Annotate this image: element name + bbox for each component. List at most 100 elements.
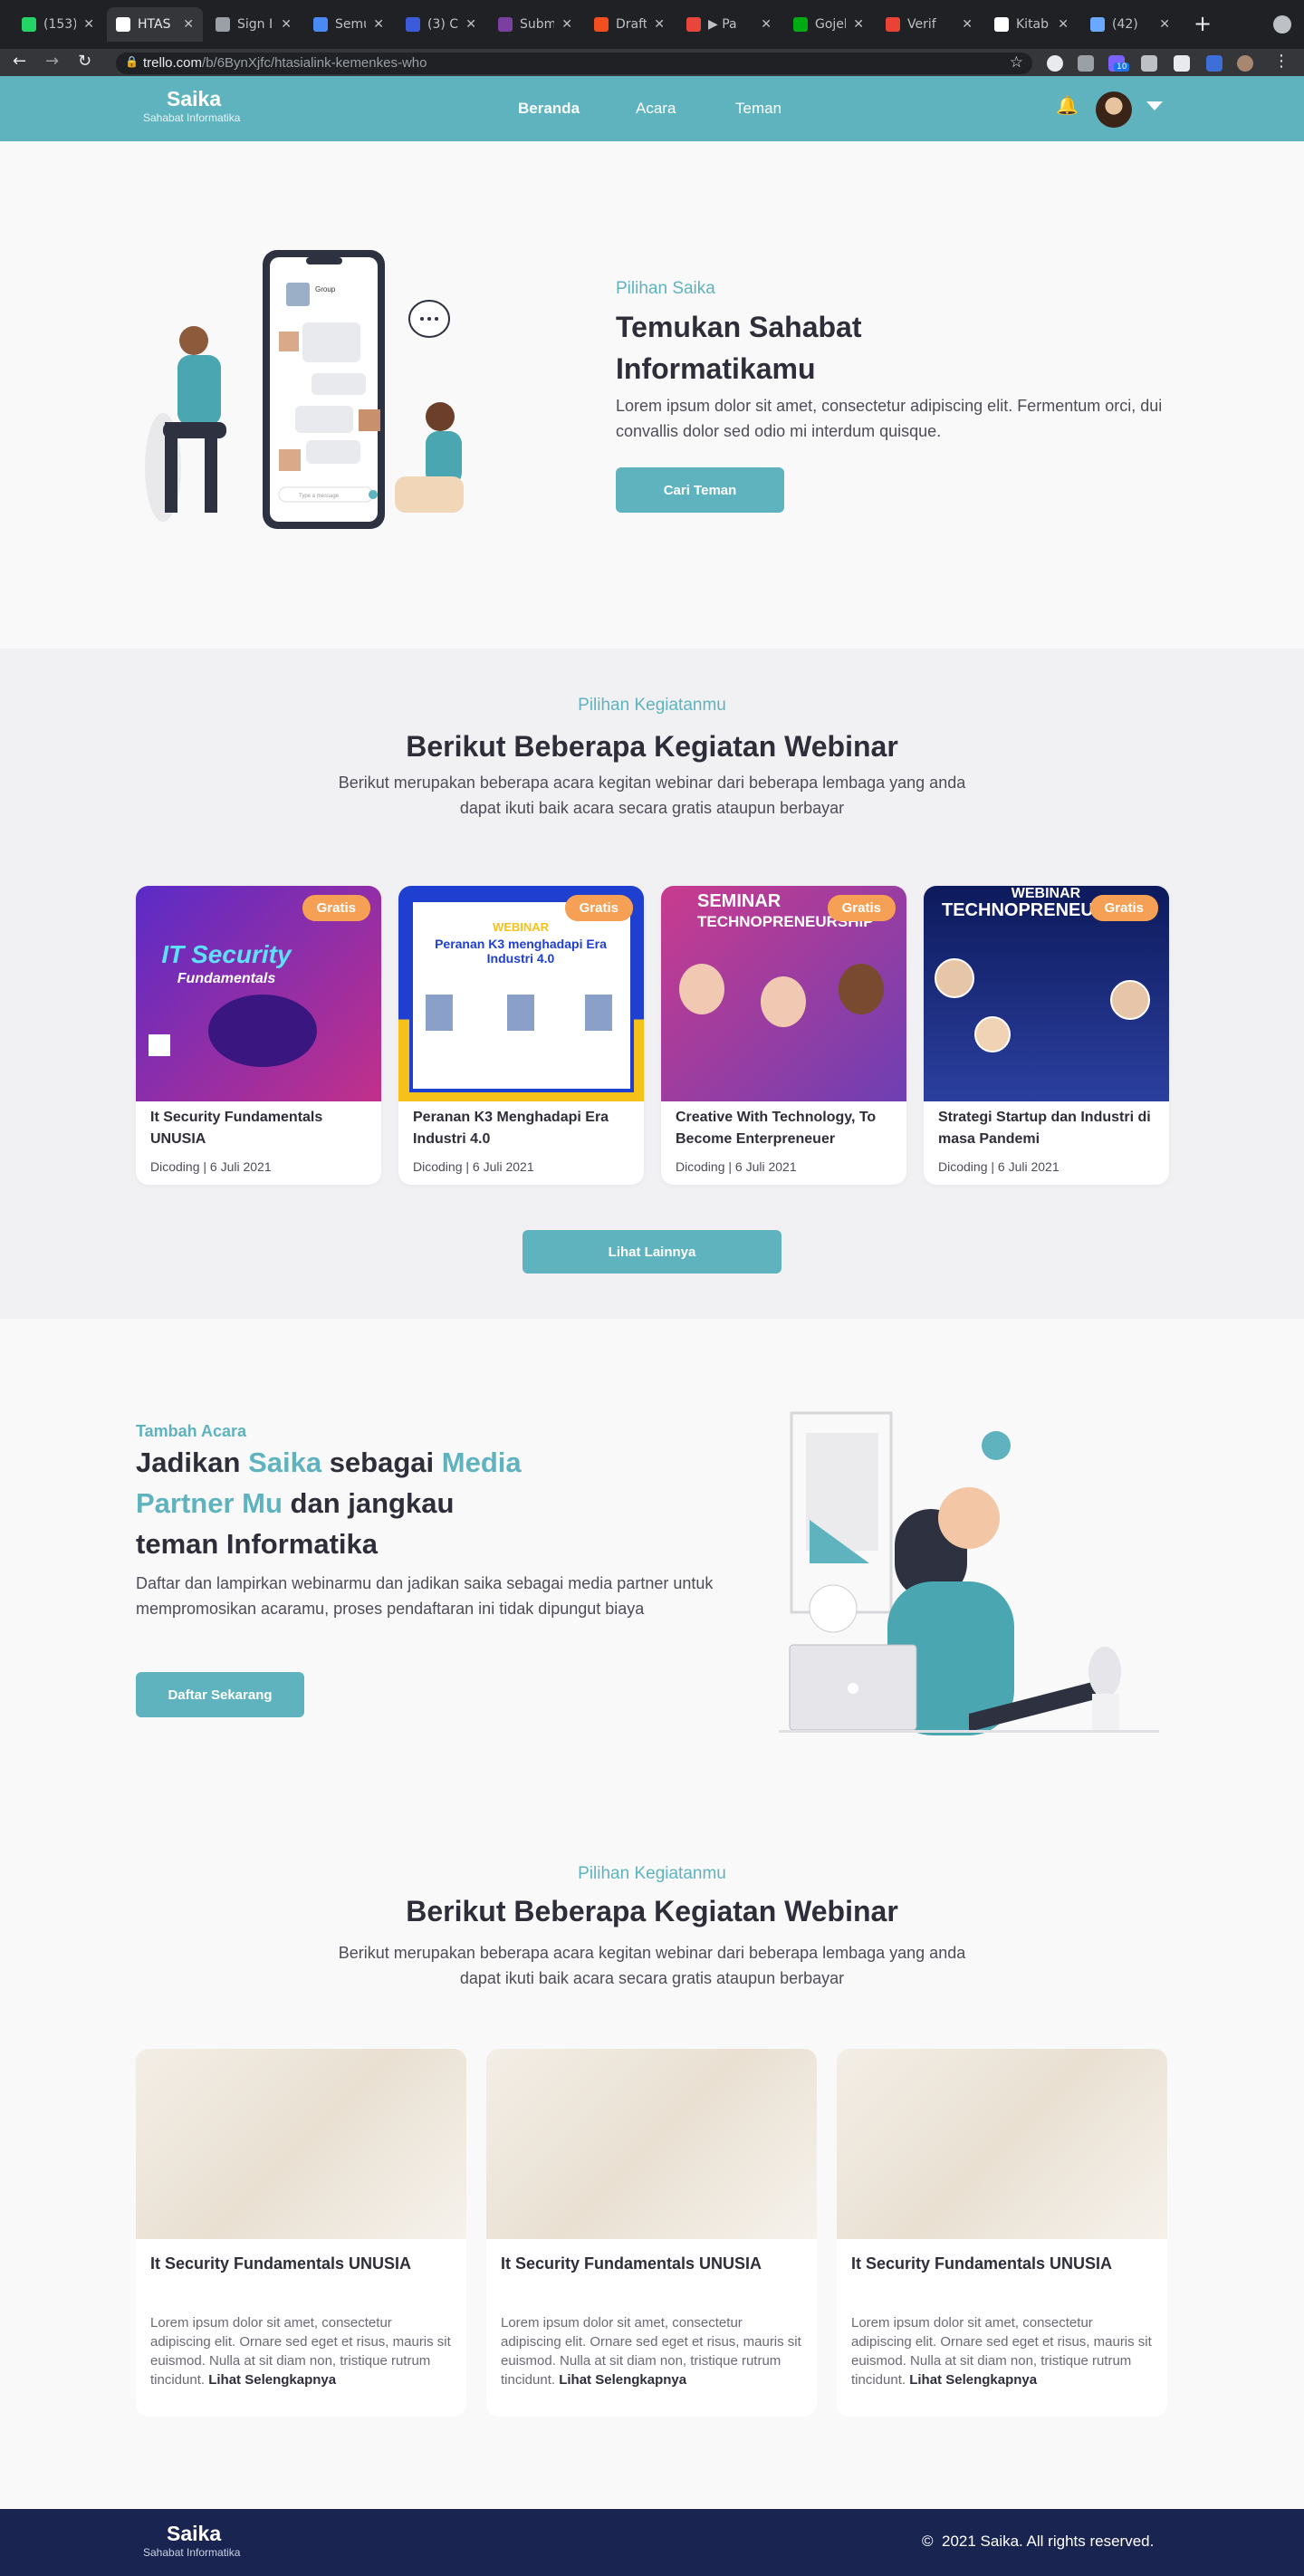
daftar-sekarang-button[interactable]: Daftar Sekarang (136, 1672, 304, 1717)
extension-icon-4[interactable] (1206, 55, 1222, 72)
article-title: It Security Fundamentals UNUSIA (501, 2254, 762, 2273)
browser-tab-strip: (153) ✕ HTAS ✕ Sign I ✕ Semu ✕ (3) C ✕ Subm ✕ Draft ✕… (0, 0, 1304, 49)
tab-close-icon[interactable]: ✕ (654, 17, 665, 32)
browser-tab[interactable]: (42) ✕ (1081, 7, 1179, 42)
back-icon[interactable]: ← (13, 52, 26, 71)
tab-favicon-icon (216, 17, 230, 32)
gratis-badge: Gratis (564, 895, 633, 921)
new-tab-button[interactable]: + (1194, 13, 1212, 34)
address-bar[interactable]: 🔒 trello.com/b/6BynXjfc/htasialink-kemen… (116, 53, 1032, 74)
browser-tab[interactable]: Sign I ✕ (206, 7, 301, 42)
footer-brand-subtitle: Sahabat Informatika (143, 2546, 241, 2559)
browser-tab[interactable]: HTAS ✕ (107, 7, 203, 42)
footer-brand-title: Saika (167, 2522, 222, 2545)
article-read-more-link[interactable]: Lihat Selengkapnya (909, 2372, 1037, 2388)
chat-app-title: Group (315, 285, 336, 293)
browser-tab[interactable]: ▶ Pa ✕ (677, 7, 781, 42)
footer-brand[interactable]: Saika Sahabat Informatika (143, 2522, 240, 2559)
browser-tab[interactable]: Subm ✕ (489, 7, 581, 42)
tab-close-icon[interactable]: ✕ (962, 17, 973, 32)
poster-title: SEMINAR (697, 891, 781, 911)
tab-close-icon[interactable]: ✕ (183, 17, 194, 32)
speaker-photo (761, 976, 806, 1027)
tab-close-icon[interactable]: ✕ (853, 17, 864, 32)
nav-beranda[interactable]: Beranda (518, 100, 580, 118)
article-read-more-link[interactable]: Lihat Selengkapnya (559, 2372, 686, 2388)
webinar-eyebrow: Pilihan Kegiatanmu (578, 696, 726, 715)
tab-close-icon[interactable]: ✕ (1058, 17, 1069, 32)
lihat-lainnya-button[interactable]: Lihat Lainnya (523, 1230, 781, 1274)
tab-close-icon[interactable]: ✕ (281, 17, 292, 32)
nav-acara[interactable]: Acara (636, 100, 676, 118)
bookmark-star-icon[interactable]: ☆ (1010, 53, 1023, 72)
tab-favicon-icon (886, 17, 900, 32)
browser-tab[interactable]: Semu ✕ (304, 7, 393, 42)
profile-avatar[interactable] (1237, 55, 1253, 72)
tab-search-icon[interactable] (1273, 15, 1291, 34)
menu-kebab-icon[interactable]: ⋮ (1273, 52, 1290, 71)
tab-close-icon[interactable]: ✕ (373, 17, 384, 32)
brand-logo[interactable]: Saika Sahabat Informatika (143, 87, 240, 124)
cari-teman-button[interactable]: Cari Teman (616, 467, 784, 513)
tab-close-icon[interactable]: ✕ (761, 17, 772, 32)
speaker-photo (935, 958, 974, 998)
webinar-card-meta: Dicoding | 6 Juli 2021 (150, 1159, 272, 1174)
webinar-card-meta: Dicoding | 6 Juli 2021 (676, 1159, 797, 1174)
article-description: Lorem ipsum dolor sit amet, consectetur … (501, 2313, 804, 2389)
article-card[interactable]: It Security Fundamentals UNUSIA Lorem ip… (486, 2049, 817, 2417)
tab-favicon-icon (22, 17, 36, 32)
tab-label: Subm (520, 17, 555, 32)
poster-subtitle: Fundamentals (177, 971, 276, 986)
tab-favicon-icon (1090, 17, 1105, 32)
extension-icon-2[interactable] (1078, 55, 1094, 72)
partner-illustration (779, 1411, 1159, 1735)
extension-icon-3[interactable]: 10 (1108, 55, 1130, 72)
webinar-card[interactable]: SEMINAR TECHNOPRENEURSHIP Gratis Creativ… (661, 886, 906, 1185)
webinar-card[interactable]: WEBINAR Peranan K3 menghadapi Era Indust… (398, 886, 644, 1185)
poster-title: WEBINAR (492, 920, 550, 934)
tab-label: Verif (907, 17, 936, 32)
bell-icon[interactable]: 🔔 (1056, 94, 1079, 116)
camera-icon[interactable] (1141, 55, 1157, 72)
forward-icon[interactable]: → (45, 52, 59, 71)
hero-eyebrow: Pilihan Saika (616, 279, 715, 298)
reload-icon[interactable]: ↻ (78, 52, 91, 71)
nav-teman[interactable]: Teman (735, 100, 781, 118)
chevron-down-icon[interactable] (1146, 101, 1163, 111)
extension-badge: 10 (1114, 62, 1130, 72)
copyright-text: 2021 Saika. All rights reserved. (941, 2533, 1155, 2550)
browser-tab[interactable]: Verif ✕ (877, 7, 982, 42)
article-title: It Security Fundamentals UNUSIA (851, 2254, 1113, 2273)
articles-desc-line-1: Berikut merupakan beberapa acara kegitan… (338, 1944, 966, 1962)
browser-tab[interactable]: Draft ✕ (585, 7, 674, 42)
article-card[interactable]: It Security Fundamentals UNUSIA Lorem ip… (136, 2049, 466, 2417)
site-header: Saika Sahabat Informatika Beranda Acara … (0, 76, 1304, 141)
webinar-card[interactable]: WEBINAR TECHNOPRENEUR Gratis Strategi St… (924, 886, 1169, 1185)
partner-title-highlight: Saika (248, 1447, 322, 1478)
webinar-card-title: Strategi Startup dan Industri di masa Pa… (938, 1110, 1151, 1147)
tab-favicon-icon (116, 17, 130, 32)
tab-label: (3) C (427, 17, 459, 32)
article-card[interactable]: It Security Fundamentals UNUSIA Lorem ip… (837, 2049, 1167, 2417)
puzzle-icon[interactable] (1174, 55, 1190, 72)
article-read-more-link[interactable]: Lihat Selengkapnya (208, 2372, 336, 2388)
speaker-photo (974, 1016, 1011, 1053)
tab-favicon-icon (994, 17, 1009, 32)
tab-close-icon[interactable]: ✕ (561, 17, 572, 32)
browser-tab[interactable]: Gojek ✕ (784, 7, 873, 42)
partner-title: Jadikan Saika sebagai Media Partner Mu d… (136, 1442, 643, 1564)
browser-tab[interactable]: (3) C ✕ (397, 7, 485, 42)
browser-tab[interactable]: Kitab ✕ (985, 7, 1078, 42)
tab-close-icon[interactable]: ✕ (1159, 17, 1170, 32)
hero-description: Lorem ipsum dolor sit amet, consectetur … (616, 397, 1163, 440)
chat-input-placeholder: Type a message (299, 494, 340, 499)
partner-description: Daftar dan lampirkan webinarmu dan jadik… (136, 1574, 714, 1618)
tab-close-icon[interactable]: ✕ (465, 17, 476, 32)
browser-tab[interactable]: (153) ✕ (13, 7, 103, 42)
url-path: /b/6BynXjfc/htasialink-kemenkes-who (202, 55, 427, 71)
tab-close-icon[interactable]: ✕ (83, 17, 94, 32)
user-avatar[interactable] (1096, 91, 1132, 128)
extension-icon-1[interactable] (1047, 55, 1063, 72)
webinar-card[interactable]: IT Security Fundamentals Gratis It Secur… (136, 886, 381, 1185)
webinar-desc-line-2: dapat ikuti baik acara secara gratis ata… (459, 799, 845, 817)
